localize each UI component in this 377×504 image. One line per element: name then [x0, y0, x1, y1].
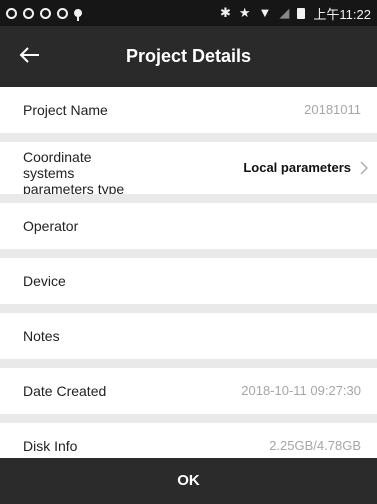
field-label: Operator	[23, 218, 79, 234]
operator-row[interactable]: Operator	[0, 203, 377, 249]
field-label: Date Created	[23, 383, 107, 399]
app-bar: Project Details	[0, 26, 377, 87]
sync-icon	[57, 7, 68, 19]
field-label: Notes	[23, 328, 60, 344]
battery-icon	[297, 7, 306, 19]
clock: 上午11:22	[313, 6, 371, 22]
sync-icon	[40, 7, 51, 19]
notification-icon	[23, 7, 34, 19]
back-arrow-icon[interactable]	[14, 40, 44, 70]
date-created-row: Date Created 2018-10-11 09:27:30	[0, 368, 377, 414]
device-row[interactable]: Device	[0, 258, 377, 304]
status-indicators: ✱ ★ ▼ ◢ 上午11:22	[220, 0, 371, 26]
notification-icons	[6, 0, 82, 26]
ok-button[interactable]: OK	[0, 458, 377, 504]
wifi-icon: ▼	[258, 5, 272, 20]
field-value: Local parameters	[243, 160, 351, 175]
bluetooth-icon: ✱	[219, 5, 231, 20]
star-icon: ★	[238, 5, 251, 20]
field-label: Coordinate systems parameters type	[23, 149, 125, 194]
field-label: Project Name	[23, 102, 108, 118]
project-details-list: Project Name 20181011 Coordinate systems…	[0, 87, 377, 478]
notes-row[interactable]: Notes	[0, 313, 377, 359]
sync-icon	[6, 7, 17, 19]
field-value: 2018-10-11 09:27:30	[241, 383, 361, 398]
status-bar: ✱ ★ ▼ ◢ 上午11:22	[0, 0, 377, 26]
location-pin-icon	[74, 9, 82, 21]
field-value: 20181011	[304, 102, 361, 117]
field-label: Device	[23, 273, 66, 289]
coordinate-system-row[interactable]: Coordinate systems parameters type Local…	[0, 142, 377, 194]
chevron-right-icon	[360, 161, 368, 175]
project-name-row[interactable]: Project Name 20181011	[0, 87, 377, 133]
page-title: Project Details	[125, 46, 252, 66]
signal-icon: ◢	[279, 5, 290, 20]
